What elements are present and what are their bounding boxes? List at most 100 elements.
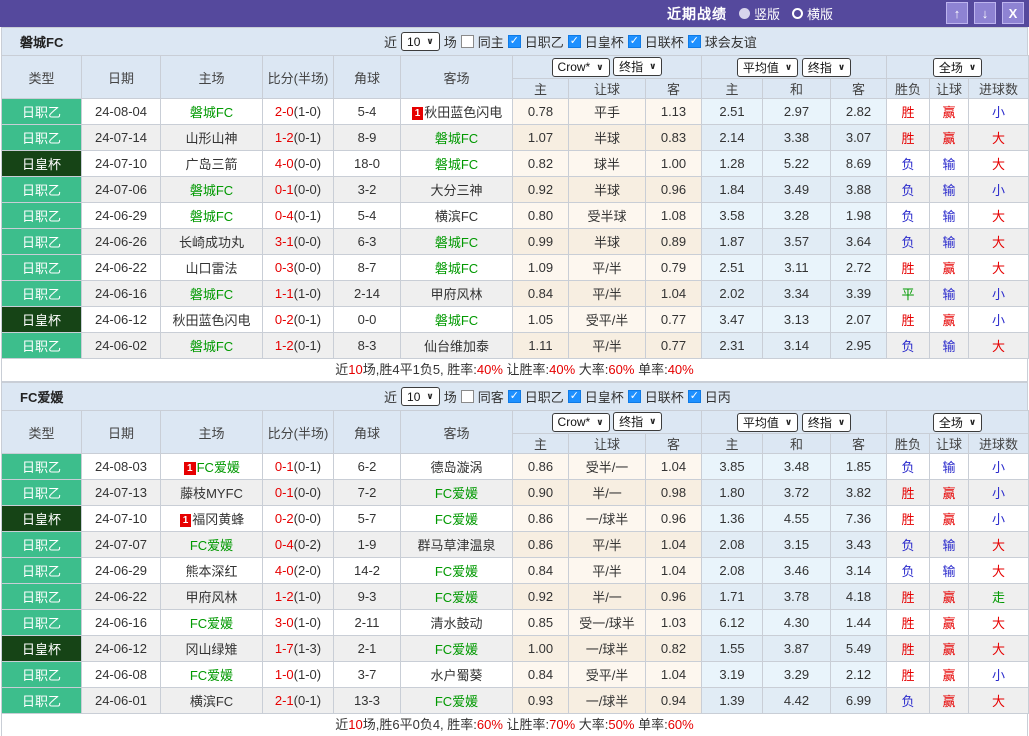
home-team[interactable]: 秋田蓝色闪电 — [172, 313, 250, 328]
home-team[interactable]: 山口雷法 — [185, 261, 237, 276]
filter-日联杯[interactable]: 日联杯 — [628, 387, 684, 406]
radio-selected-icon[interactable] — [739, 8, 750, 19]
away-team[interactable]: FC爱媛 — [435, 564, 478, 579]
away-team[interactable]: FC爱媛 — [435, 486, 478, 501]
filter-同客[interactable]: 同客 — [461, 387, 504, 406]
filter-日丙[interactable]: 日丙 — [688, 387, 731, 406]
away-team[interactable]: 磐城FC — [435, 235, 478, 250]
away-team[interactable]: 磐城FC — [435, 131, 478, 146]
average-final-select[interactable]: 终指 — [802, 58, 851, 77]
home-team[interactable]: 磐城FC — [190, 105, 233, 120]
radio-vertical-layout[interactable]: 竖版 — [739, 4, 780, 23]
fulltime-score: 4-0 — [275, 156, 294, 171]
checkbox-checked-icon[interactable] — [508, 35, 521, 48]
final-odds-select[interactable]: 终指 — [613, 412, 662, 431]
home-team[interactable]: 横滨FC — [190, 694, 233, 709]
checkbox-checked-icon[interactable] — [688, 35, 701, 48]
away-team[interactable]: 清水鼓动 — [430, 616, 482, 631]
home-team[interactable]: 磐城FC — [190, 287, 233, 302]
home-team[interactable]: 山形山神 — [185, 131, 237, 146]
away-team[interactable]: 横滨FC — [435, 209, 478, 224]
match-type: 日皇杯 — [2, 506, 82, 532]
checkbox-checked-icon[interactable] — [628, 390, 641, 403]
close-button[interactable]: X — [1002, 2, 1024, 24]
avg-away: 3.39 — [831, 281, 887, 307]
move-down-button[interactable]: ↓ — [974, 2, 996, 24]
col-handicap-result: 让球 — [930, 79, 969, 99]
home-team[interactable]: 磐城FC — [190, 209, 233, 224]
home-team[interactable]: 福冈黄蜂 — [192, 512, 244, 527]
move-up-button[interactable]: ↑ — [946, 2, 968, 24]
away-team[interactable]: FC爱媛 — [435, 590, 478, 605]
away-team[interactable]: 德岛漩涡 — [430, 460, 482, 475]
away-team[interactable]: 大分三神 — [430, 183, 482, 198]
away-team[interactable]: 仙台维加泰 — [424, 339, 489, 354]
average-select[interactable]: 平均值 — [737, 58, 798, 77]
checkbox-checked-icon[interactable] — [508, 390, 521, 403]
home-team[interactable]: FC爱媛 — [190, 538, 233, 553]
home-team[interactable]: FC爱媛 — [190, 616, 233, 631]
home-team[interactable]: 藤枝MYFC — [180, 486, 243, 501]
away-team[interactable]: 水户蜀葵 — [430, 668, 482, 683]
home-team[interactable]: FC爱媛 — [190, 668, 233, 683]
halftime-score: (0-0) — [294, 156, 321, 171]
away-cell: 大分三神 — [401, 177, 513, 203]
match-row: 日职乙24-07-07FC爱媛0-4(0-2)1-9群马草津温泉0.86平/半1… — [2, 532, 1029, 558]
average-select[interactable]: 平均值 — [737, 413, 798, 432]
final-odds-select[interactable]: 终指 — [613, 57, 662, 76]
col-corner: 角球 — [334, 56, 401, 99]
avg-away: 7.36 — [831, 506, 887, 532]
result-value: 大 — [992, 209, 1005, 224]
fulltime-select[interactable]: 全场 — [933, 413, 982, 432]
away-team[interactable]: 磐城FC — [435, 157, 478, 172]
team-name[interactable]: FC爱媛 — [20, 383, 63, 410]
filter-日皇杯[interactable]: 日皇杯 — [568, 387, 624, 406]
result-value: 走 — [992, 590, 1005, 605]
home-team[interactable]: 长崎成功丸 — [179, 235, 244, 250]
away-team[interactable]: 甲府风林 — [430, 287, 482, 302]
match-type: 日职乙 — [2, 229, 82, 255]
bookmaker-select[interactable]: Crow* — [552, 58, 610, 77]
home-team[interactable]: 磐城FC — [190, 339, 233, 354]
recent-count-select[interactable]: 10 — [401, 387, 440, 406]
home-team[interactable]: 广岛三箭 — [185, 157, 237, 172]
bookmaker-select[interactable]: Crow* — [552, 413, 610, 432]
summary-part: 60% — [668, 717, 694, 732]
home-team[interactable]: 冈山绿雉 — [185, 642, 237, 657]
away-team[interactable]: 磐城FC — [435, 261, 478, 276]
home-team[interactable]: 熊本深红 — [185, 564, 237, 579]
checkbox-checked-icon[interactable] — [568, 35, 581, 48]
home-team[interactable]: 磐城FC — [190, 183, 233, 198]
home-team[interactable]: FC爱媛 — [197, 460, 240, 475]
away-team[interactable]: 群马草津温泉 — [417, 538, 495, 553]
checkbox-unchecked-icon[interactable] — [461, 390, 474, 403]
result-value: 输 — [943, 157, 956, 172]
away-team[interactable]: FC爱媛 — [435, 642, 478, 657]
recent-count-select[interactable]: 10 — [401, 32, 440, 51]
filter-日职乙[interactable]: 日职乙 — [508, 387, 564, 406]
away-team[interactable]: FC爱媛 — [435, 694, 478, 709]
checkbox-checked-icon[interactable] — [628, 35, 641, 48]
fulltime-select[interactable]: 全场 — [933, 58, 982, 77]
checkbox-checked-icon[interactable] — [688, 390, 701, 403]
checkbox-unchecked-icon[interactable] — [461, 35, 474, 48]
winlose-result: 负 — [887, 454, 930, 480]
filter-同主[interactable]: 同主 — [461, 32, 504, 51]
radio-unselected-icon[interactable] — [792, 8, 803, 19]
team-name[interactable]: 磐城FC — [20, 28, 63, 55]
checkbox-checked-icon[interactable] — [568, 390, 581, 403]
away-team[interactable]: 秋田蓝色闪电 — [424, 105, 502, 120]
away-team[interactable]: 磐城FC — [435, 313, 478, 328]
radio-horizontal-layout[interactable]: 横版 — [792, 4, 833, 23]
home-team[interactable]: 甲府风林 — [185, 590, 237, 605]
result-value: 胜 — [902, 313, 915, 328]
filter-日联杯[interactable]: 日联杯 — [628, 32, 684, 51]
filter-日职乙[interactable]: 日职乙 — [508, 32, 564, 51]
average-final-select[interactable]: 终指 — [802, 413, 851, 432]
filter-日皇杯[interactable]: 日皇杯 — [568, 32, 624, 51]
corner-cell: 18-0 — [334, 151, 401, 177]
summary-part: 近 — [335, 362, 348, 377]
away-cell: 1秋田蓝色闪电 — [401, 99, 513, 125]
filter-球会友谊[interactable]: 球会友谊 — [688, 32, 757, 51]
away-team[interactable]: FC爱媛 — [435, 512, 478, 527]
